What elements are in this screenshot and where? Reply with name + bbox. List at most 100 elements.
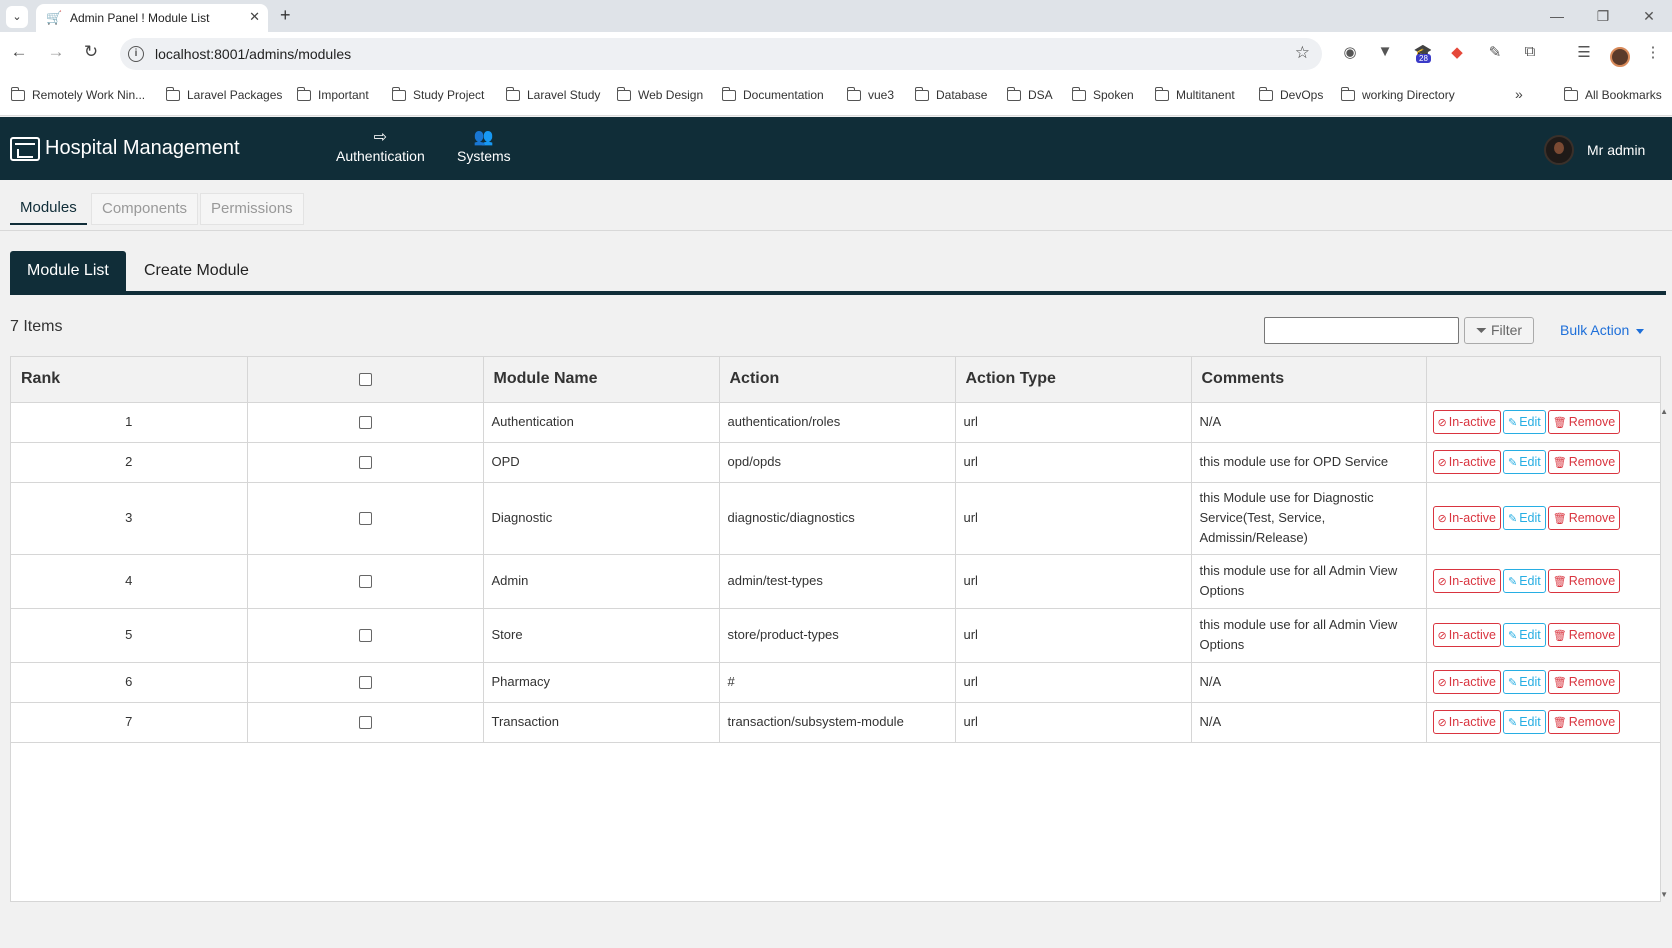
forward-icon[interactable]: → — [45, 42, 67, 62]
window-close-icon[interactable]: ✕ — [1626, 0, 1672, 32]
brand-title[interactable]: Hospital Management — [45, 137, 240, 160]
funnel-icon: ⏷ — [1475, 322, 1488, 338]
menu-systems[interactable]: 👥 Systems — [457, 127, 511, 164]
user-name[interactable]: Mr admin — [1587, 142, 1645, 158]
laravel-icon[interactable]: ◆ — [1446, 43, 1468, 61]
tab-create-module[interactable]: Create Module — [127, 251, 266, 291]
inactive-button[interactable]: ⊘ In-active — [1432, 569, 1501, 593]
bookmark-item[interactable]: Laravel Packages — [165, 86, 282, 102]
profile-avatar[interactable] — [1610, 47, 1630, 67]
back-icon[interactable]: ← — [8, 42, 30, 62]
bookmark-item[interactable]: Web Design — [616, 86, 703, 102]
col-comments[interactable]: Comments — [1191, 357, 1427, 403]
remove-button[interactable]: 🗑 Remove — [1547, 506, 1621, 530]
col-action[interactable]: Action — [719, 357, 956, 403]
inactive-button[interactable]: ⊘ In-active — [1432, 506, 1501, 530]
bookmark-item[interactable]: Important — [296, 86, 369, 102]
cell-module-name: Diagnostic — [483, 482, 720, 555]
bookmark-item[interactable]: Database — [914, 86, 987, 102]
row-checkbox[interactable] — [358, 629, 372, 643]
bookmark-item[interactable]: Multitanent — [1154, 86, 1235, 102]
col-rank[interactable]: Rank — [11, 357, 248, 403]
search-input[interactable] — [1264, 317, 1459, 344]
row-checkbox[interactable] — [358, 512, 372, 526]
all-bookmarks[interactable]: All Bookmarks — [1563, 86, 1662, 102]
remove-button[interactable]: 🗑 Remove — [1547, 410, 1621, 434]
new-tab-button[interactable]: + — [280, 5, 291, 26]
eyedropper-icon[interactable]: ✎ — [1484, 43, 1506, 61]
scroll-down-icon[interactable]: ▼ — [1660, 890, 1668, 899]
tab-search-button[interactable]: ⌄ — [6, 6, 28, 28]
remove-button[interactable]: 🗑 Remove — [1547, 450, 1621, 474]
inactive-button[interactable]: ⊘ In-active — [1432, 670, 1501, 694]
reload-icon[interactable]: ↻ — [80, 42, 102, 62]
filter-button[interactable]: ⏷ Filter — [1464, 317, 1534, 344]
menu-authentication[interactable]: ⇨ Authentication — [336, 127, 425, 164]
minimize-icon[interactable]: — — [1534, 0, 1580, 32]
cell-module-name: Authentication — [483, 402, 720, 443]
edit-button[interactable]: ✎ Edit — [1502, 710, 1546, 734]
bookmark-item[interactable]: vue3 — [846, 86, 894, 102]
bookmark-item[interactable]: Spoken — [1071, 86, 1134, 102]
bookmark-item[interactable]: Study Project — [391, 86, 484, 102]
remove-button[interactable]: 🗑 Remove — [1547, 710, 1621, 734]
row-checkbox[interactable] — [358, 716, 372, 730]
bookmarks-overflow-button[interactable]: » — [1515, 86, 1523, 102]
edit-button[interactable]: ✎ Edit — [1502, 623, 1546, 647]
row-checkbox[interactable] — [358, 676, 372, 690]
address-url[interactable]: localhost:8001/admins/modules — [155, 46, 351, 62]
site-info-icon[interactable]: i — [128, 46, 144, 62]
close-icon[interactable]: ✕ — [249, 9, 260, 25]
address-bar[interactable]: i localhost:8001/admins/modules ☆ — [120, 38, 1322, 70]
bookmark-item[interactable]: Laravel Study — [505, 86, 600, 102]
tab-permissions[interactable]: Permissions — [200, 193, 304, 225]
remove-button[interactable]: 🗑 Remove — [1547, 623, 1621, 647]
vue-devtools-icon[interactable]: ▼ — [1374, 43, 1396, 60]
cell-module-name: Pharmacy — [483, 662, 720, 703]
edit-icon: ✎ — [1507, 457, 1518, 469]
camera-icon[interactable]: ◉ — [1339, 43, 1361, 61]
edit-button[interactable]: ✎ Edit — [1502, 450, 1546, 474]
inactive-button[interactable]: ⊘ In-active — [1432, 410, 1501, 434]
inactive-button[interactable]: ⊘ In-active — [1432, 450, 1501, 474]
folder-icon — [165, 86, 180, 101]
bookmark-item[interactable]: working Directory — [1340, 86, 1455, 102]
bookmark-star-icon[interactable]: ☆ — [1295, 43, 1310, 63]
scroll-up-icon[interactable]: ▲ — [1660, 407, 1668, 416]
eye-slash-icon: ⊘ — [1437, 576, 1447, 588]
select-all-checkbox[interactable] — [358, 372, 372, 386]
row-checkbox[interactable] — [358, 575, 372, 589]
row-checkbox[interactable] — [358, 456, 372, 470]
extensions-puzzle-icon[interactable]: ⧉ — [1519, 43, 1541, 60]
col-module-name[interactable]: Module Name — [483, 357, 720, 403]
inactive-button[interactable]: ⊘ In-active — [1432, 710, 1501, 734]
col-action-type[interactable]: Action Type — [955, 357, 1192, 403]
reading-list-icon[interactable]: ☰ — [1573, 43, 1595, 61]
avatar[interactable] — [1544, 135, 1574, 165]
edit-button[interactable]: ✎ Edit — [1502, 670, 1546, 694]
row-checkbox[interactable] — [358, 416, 372, 430]
items-count: 7 Items — [10, 318, 63, 335]
bookmark-item[interactable]: Documentation — [721, 86, 824, 102]
cell-module-name: Transaction — [483, 702, 720, 743]
edit-button[interactable]: ✎ Edit — [1502, 506, 1546, 530]
bookmark-item[interactable]: DevOps — [1258, 86, 1323, 102]
tab-components[interactable]: Components — [91, 193, 199, 225]
remove-button[interactable]: 🗑 Remove — [1547, 569, 1621, 593]
edit-button[interactable]: ✎ Edit — [1502, 569, 1546, 593]
edit-button[interactable]: ✎ Edit — [1502, 410, 1546, 434]
cell-action: opd/opds — [719, 442, 956, 483]
browser-tab[interactable]: 🛒 Admin Panel ! Module List ✕ — [36, 4, 268, 32]
tab-modules[interactable]: Modules — [10, 193, 87, 225]
kebab-menu-icon[interactable]: ⋮ — [1642, 43, 1664, 61]
remove-button[interactable]: 🗑 Remove — [1547, 670, 1621, 694]
cell-action: transaction/subsystem-module — [719, 702, 956, 743]
bookmark-item[interactable]: DSA — [1006, 86, 1053, 102]
bulk-action-dropdown[interactable]: Bulk Action — [1560, 322, 1645, 338]
tab-module-list[interactable]: Module List — [10, 251, 126, 291]
cell-action-type: url — [955, 608, 1192, 663]
cell-comments: this module use for all Admin View Optio… — [1191, 554, 1427, 609]
bookmark-item[interactable]: Remotely Work Nin... — [10, 86, 145, 102]
restore-icon[interactable]: ❐ — [1580, 0, 1626, 32]
inactive-button[interactable]: ⊘ In-active — [1432, 623, 1501, 647]
